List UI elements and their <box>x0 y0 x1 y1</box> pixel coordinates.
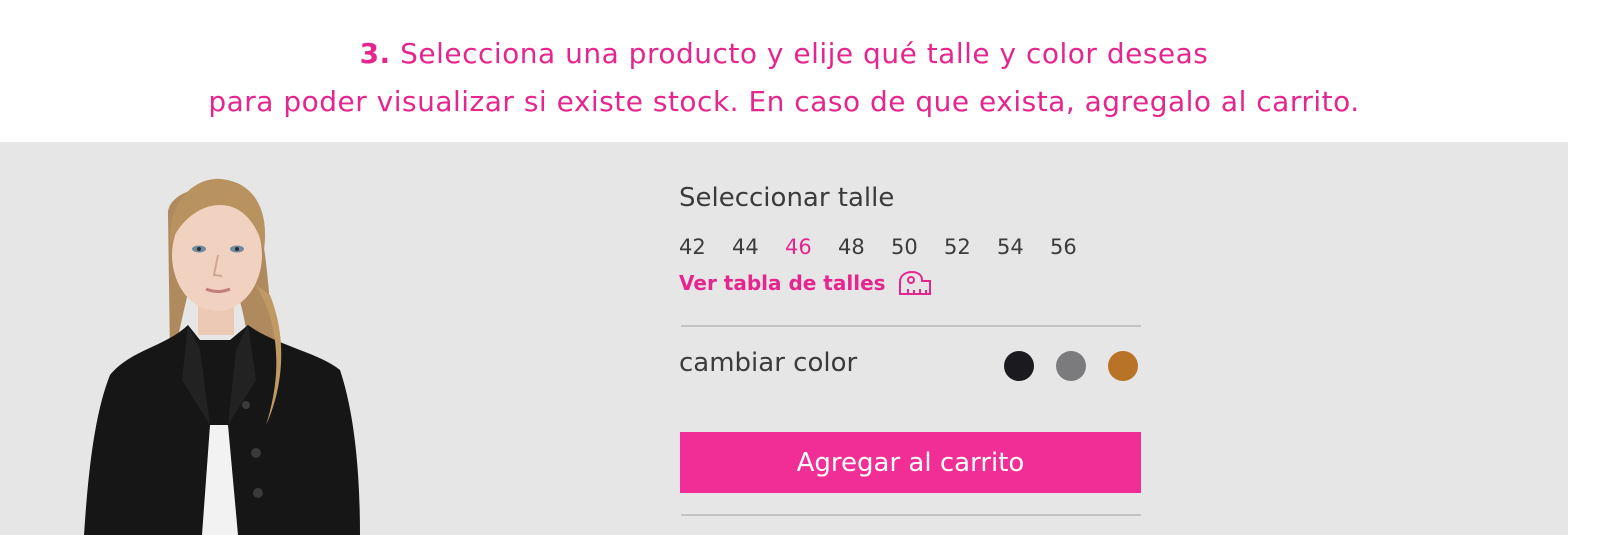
size-options: 42 44 46 48 50 52 54 56 <box>679 234 1103 260</box>
step-number: 3. <box>359 37 391 70</box>
color-swatch-black[interactable] <box>1004 351 1034 381</box>
instructions-line-1-text: Selecciona una producto y elije qué tall… <box>390 37 1209 70</box>
size-option-46[interactable]: 46 <box>785 234 838 260</box>
divider-top <box>681 325 1141 327</box>
color-swatch-gray[interactable] <box>1056 351 1086 381</box>
color-swatch-camel[interactable] <box>1108 351 1138 381</box>
size-option-44[interactable]: 44 <box>732 234 785 260</box>
divider-bottom <box>681 514 1141 516</box>
size-option-52[interactable]: 52 <box>944 234 997 260</box>
size-table-link[interactable]: Ver tabla de talles <box>679 270 932 296</box>
instructions-line-2: para poder visualizar si existe stock. E… <box>208 85 1360 118</box>
size-option-42[interactable]: 42 <box>679 234 732 260</box>
product-photo[interactable] <box>70 175 380 535</box>
measuring-tape-icon <box>898 270 931 295</box>
add-to-cart-button[interactable]: Agregar al carrito <box>680 432 1141 493</box>
color-selector-label: cambiar color <box>679 348 858 378</box>
size-table-link-label: Ver tabla de talles <box>679 271 886 295</box>
instructions-header: 3. Selecciona una producto y elije qué t… <box>0 0 1568 142</box>
size-option-48[interactable]: 48 <box>838 234 891 260</box>
size-selector-title: Seleccionar talle <box>679 183 895 213</box>
size-option-54[interactable]: 54 <box>997 234 1050 260</box>
size-option-50[interactable]: 50 <box>891 234 944 260</box>
size-option-56[interactable]: 56 <box>1050 234 1103 260</box>
instructions-line-1: 3. Selecciona una producto y elije qué t… <box>0 35 1568 73</box>
